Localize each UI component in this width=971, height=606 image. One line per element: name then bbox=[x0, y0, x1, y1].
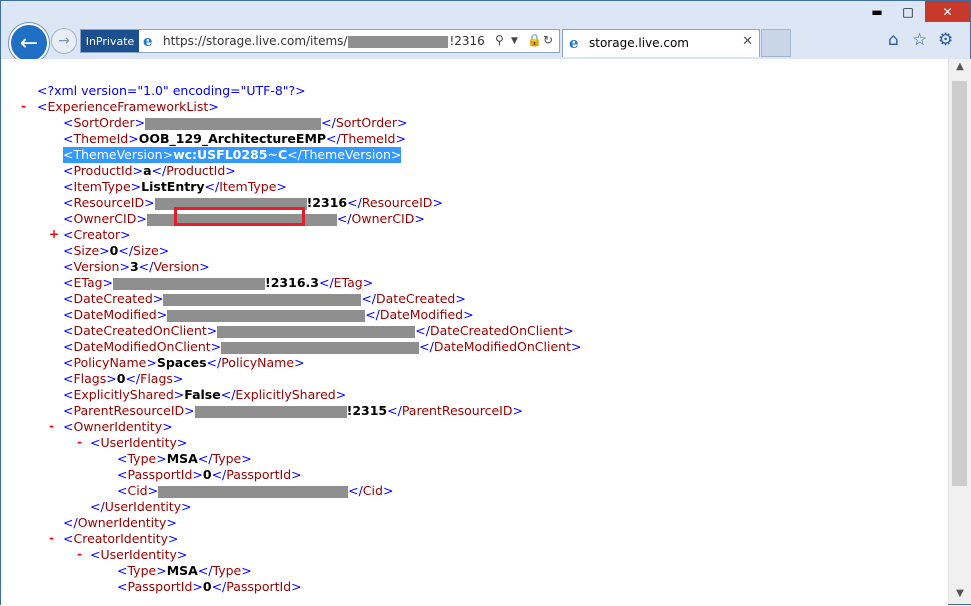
xml-size: <Size>0</Size> bbox=[63, 243, 170, 258]
collapse-toggle[interactable]: - bbox=[77, 547, 82, 561]
arrow-left-icon: ← bbox=[19, 30, 39, 56]
close-window-button[interactable]: ✕ bbox=[925, 1, 970, 22]
tab-storage-live[interactable]: e storage.live.com ✕ bbox=[562, 29, 760, 57]
favorites-star-icon[interactable]: ☆ bbox=[912, 30, 927, 50]
ie-logo-icon: e bbox=[143, 32, 153, 50]
scroll-up-icon[interactable]: ▲ bbox=[949, 61, 971, 75]
inprivate-badge: InPrivate bbox=[81, 30, 139, 52]
dropdown-icon[interactable]: ▼ bbox=[511, 36, 518, 46]
search-icon[interactable]: ⚲ bbox=[495, 33, 504, 47]
xml-explicitlyshared: <ExplicitlyShared>False</ExplicitlyShare… bbox=[63, 387, 347, 402]
new-tab-button[interactable] bbox=[761, 29, 791, 57]
xml-useridentity-open: <UserIdentity> bbox=[90, 547, 188, 562]
highlight-callout bbox=[174, 207, 305, 226]
xml-useridentity-open: <UserIdentity> bbox=[90, 435, 188, 450]
close-icon[interactable]: ✕ bbox=[742, 34, 753, 49]
xml-parentresourceid: <ParentResourceID> !2315</ParentResourceI… bbox=[63, 403, 523, 418]
xml-root-open: <ExperienceFrameworkList> bbox=[37, 99, 219, 114]
lock-icon[interactable]: 🔒 bbox=[527, 33, 542, 47]
browser-chrome: ▬ □ ✕ ← → InPrivate e https://storage.li… bbox=[1, 1, 970, 63]
redacted-block bbox=[348, 35, 449, 48]
collapse-toggle[interactable]: - bbox=[49, 531, 54, 545]
collapse-toggle[interactable]: - bbox=[21, 99, 26, 113]
xml-themeid: <ThemeId>OOB_129_ArchitectureEMP</ThemeI… bbox=[63, 131, 406, 146]
url-suffix: !2316 bbox=[449, 34, 485, 48]
forward-button[interactable]: → bbox=[51, 28, 77, 54]
url-text[interactable]: https://storage.live.com/items/ !2316 bbox=[163, 34, 485, 48]
maximize-button[interactable]: □ bbox=[892, 1, 924, 22]
xml-itemtype: <ItemType>ListEntry</ItemType> bbox=[63, 179, 287, 194]
xml-flags: <Flags>0</Flags> bbox=[63, 371, 184, 386]
collapse-toggle[interactable]: - bbox=[49, 419, 54, 433]
xml-creator-passportid: <PassportId>0</PassportId> bbox=[117, 579, 302, 594]
browser-window: ▬ □ ✕ ← → InPrivate e https://storage.li… bbox=[0, 0, 971, 606]
xml-owner-passportid: <PassportId>0</PassportId> bbox=[117, 467, 302, 482]
home-icon[interactable]: ⌂ bbox=[888, 30, 899, 50]
xml-version: <Version>3</Version> bbox=[63, 259, 210, 274]
refresh-icon[interactable]: ↻ bbox=[543, 33, 553, 47]
xml-themeversion[interactable]: <ThemeVersion>wc:USFL0285~C</ThemeVersio… bbox=[63, 147, 402, 163]
xml-etag: <ETag> !2316.3</ETag> bbox=[63, 275, 374, 290]
xml-owner-type: <Type>MSA</Type> bbox=[117, 451, 252, 466]
xml-datecreated: <DateCreated> </DateCreated> bbox=[63, 291, 466, 306]
xml-owneridentity-close: </OwnerIdentity> bbox=[63, 515, 177, 530]
url-prefix: https://storage.live.com/items/ bbox=[163, 34, 348, 48]
ie-logo-icon: e bbox=[569, 34, 579, 52]
xml-owneridentity-open: <OwnerIdentity> bbox=[63, 419, 173, 434]
xml-declaration: <?xml version="1.0" encoding="UTF-8"?> bbox=[37, 83, 306, 98]
scroll-down-icon[interactable]: ▼ bbox=[949, 588, 971, 602]
scrollbar-thumb[interactable] bbox=[952, 81, 967, 486]
xml-policyname: <PolicyName>Spaces</PolicyName> bbox=[63, 355, 305, 370]
gear-icon[interactable]: ⚙ bbox=[938, 30, 953, 50]
xml-creatoridentity-open: <CreatorIdentity> bbox=[63, 531, 179, 546]
back-button[interactable]: ← bbox=[9, 23, 49, 63]
xml-productid: <ProductId>a</ProductId> bbox=[63, 163, 236, 178]
xml-viewer: <?xml version="1.0" encoding="UTF-8"?> -… bbox=[1, 59, 948, 606]
address-bar[interactable]: InPrivate e https://storage.live.com/ite… bbox=[80, 29, 560, 53]
xml-sortorder: <SortOrder> </SortOrder> bbox=[63, 115, 408, 130]
xml-datecreatedonclient: <DateCreatedOnClient> </DateCreatedOnClie… bbox=[63, 323, 574, 338]
xml-datemodifiedonclient: <DateModifiedOnClient> </DateModifiedOnCl… bbox=[63, 339, 582, 354]
xml-creator-collapsed: <Creator> bbox=[63, 227, 131, 242]
xml-datemodified: <DateModified> </DateModified> bbox=[63, 307, 474, 322]
arrow-right-icon: → bbox=[58, 33, 70, 49]
tab-title: storage.live.com bbox=[589, 36, 689, 50]
expand-toggle[interactable]: + bbox=[49, 227, 59, 241]
xml-useridentity-close: </UserIdentity> bbox=[90, 499, 192, 514]
xml-owner-cid: <Cid> </Cid> bbox=[117, 483, 394, 498]
xml-creator-type: <Type>MSA</Type> bbox=[117, 563, 252, 578]
minimize-button[interactable]: ▬ bbox=[861, 1, 893, 22]
vertical-scrollbar[interactable]: ▲ ▼ bbox=[948, 59, 971, 604]
collapse-toggle[interactable]: - bbox=[77, 435, 82, 449]
